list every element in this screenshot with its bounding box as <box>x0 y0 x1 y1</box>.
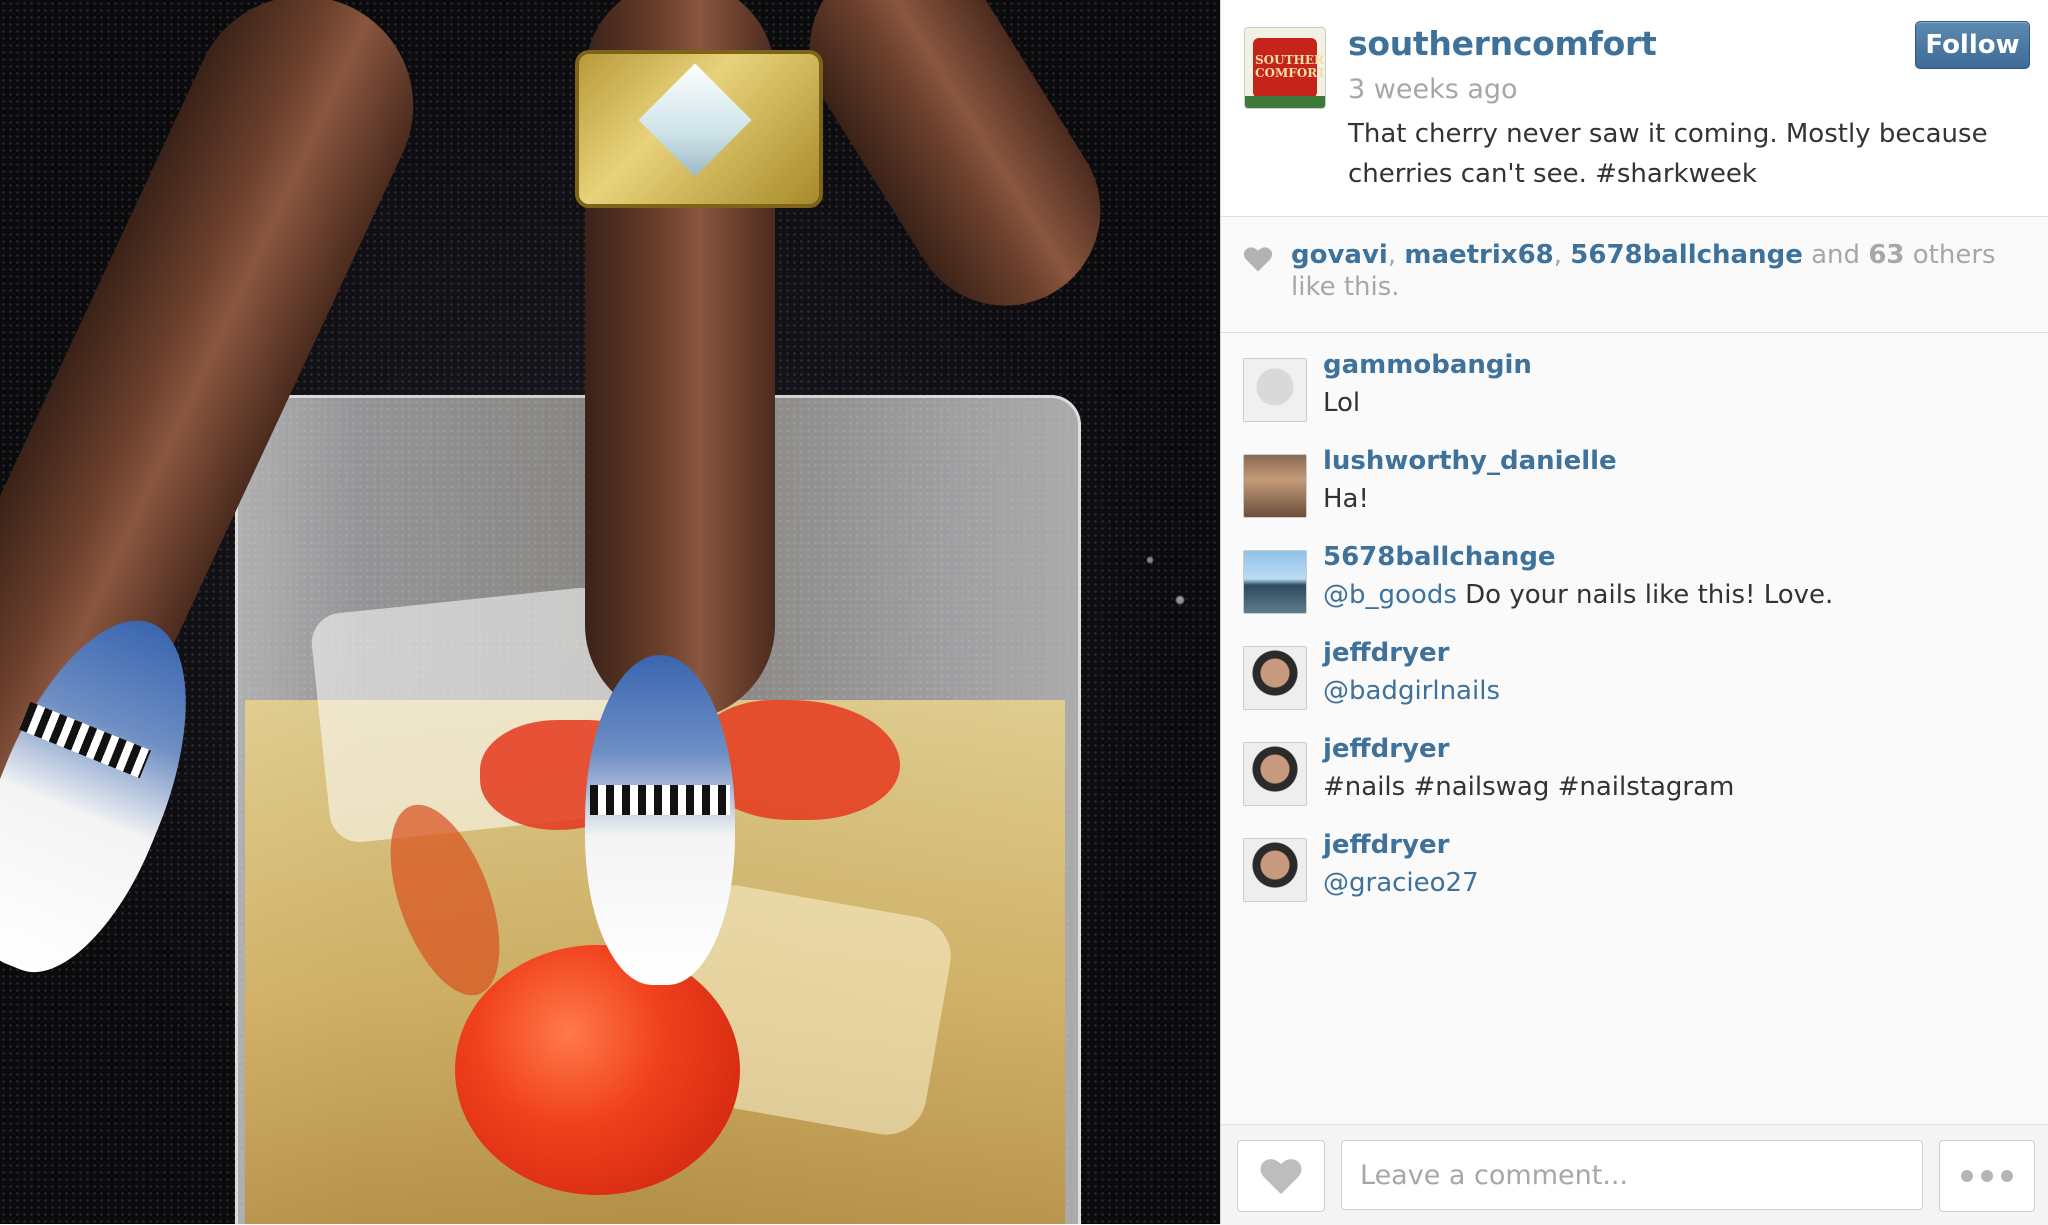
comment-text: Ha! <box>1323 484 1369 514</box>
photo-cherry <box>455 945 740 1195</box>
comment-text: #nails #nailswag #nailstagram <box>1323 772 1734 802</box>
post-caption: That cherry never saw it coming. Mostly … <box>1348 119 1988 189</box>
likes-and: and <box>1811 240 1861 270</box>
liker-username[interactable]: 5678ballchange <box>1570 240 1803 270</box>
comment-body: Do your nails like this! Love. <box>1465 580 1834 610</box>
comment-text: Lol <box>1323 388 1360 418</box>
comment-mention[interactable]: @b_goods <box>1323 580 1457 610</box>
comment-mention[interactable]: @badgirlnails <box>1323 676 1500 706</box>
user-avatar[interactable]: SOUTHERN COMFORT <box>1244 27 1326 109</box>
ellipsis-icon <box>2001 1170 2013 1182</box>
commenter-avatar[interactable] <box>1243 742 1307 806</box>
comment-item: jeffdryer #nails #nailswag #nailstagram <box>1221 734 2048 830</box>
comment-text: @badgirlnails <box>1323 676 1500 706</box>
comment-body: Lol <box>1323 388 1361 418</box>
post-username[interactable]: southerncomfort <box>1348 24 1657 63</box>
heart-icon <box>1243 247 1273 272</box>
commenter-username[interactable]: 5678ballchange <box>1323 542 1556 572</box>
comment-bar <box>1221 1124 2048 1225</box>
likes-summary: govavi, maetrix68, 5678ballchange and 63… <box>1291 240 1996 302</box>
post-header: SOUTHERN COMFORT southerncomfort 3 weeks… <box>1221 0 2048 217</box>
likes-section: govavi, maetrix68, 5678ballchange and 63… <box>1221 217 2048 333</box>
commenter-username[interactable]: jeffdryer <box>1323 734 1449 764</box>
comment-item: gammobangin Lol <box>1221 350 2048 446</box>
commenter-username[interactable]: gammobangin <box>1323 350 1532 380</box>
photo-shark-nail <box>585 655 735 985</box>
avatar-label-text: SOUTHERN COMFORT <box>1255 53 1326 80</box>
like-button[interactable] <box>1237 1140 1325 1212</box>
likes-others-count[interactable]: 63 <box>1868 240 1904 270</box>
commenter-username[interactable]: lushworthy_danielle <box>1323 446 1617 476</box>
comment-body: Ha! <box>1323 484 1369 514</box>
comment-item: jeffdryer @badgirlnails <box>1221 638 2048 734</box>
post-photo[interactable] <box>0 0 1220 1224</box>
commenter-username[interactable]: jeffdryer <box>1323 830 1449 860</box>
more-options-button[interactable] <box>1939 1140 2035 1212</box>
comment-mention[interactable]: @gracieo27 <box>1323 868 1479 898</box>
commenter-avatar[interactable] <box>1243 550 1307 614</box>
liker-username[interactable]: maetrix68 <box>1404 240 1553 270</box>
comment-item: lushworthy_danielle Ha! <box>1221 446 2048 542</box>
follow-button[interactable]: Follow <box>1915 21 2030 69</box>
ellipsis-icon <box>1961 1170 1973 1182</box>
commenter-avatar[interactable] <box>1243 454 1307 518</box>
comment-text: @gracieo27 <box>1323 868 1479 898</box>
comment-list: gammobangin Lol lushworthy_danielle Ha! … <box>1221 350 2048 926</box>
ellipsis-icon <box>1981 1170 1993 1182</box>
commenter-avatar[interactable] <box>1243 838 1307 902</box>
post-timestamp[interactable]: 3 weeks ago <box>1348 74 1518 105</box>
liker-username[interactable]: govavi <box>1291 240 1388 270</box>
commenter-avatar[interactable] <box>1243 646 1307 710</box>
comment-item: 5678ballchange @b_goods Do your nails li… <box>1221 542 2048 638</box>
comment-text: @b_goods Do your nails like this! Love. <box>1323 580 1833 610</box>
commenter-username[interactable]: jeffdryer <box>1323 638 1449 668</box>
heart-icon <box>1260 1159 1302 1195</box>
avatar-label-stripe <box>1245 96 1325 108</box>
comment-input[interactable] <box>1341 1140 1923 1210</box>
comment-body: #nails #nailswag #nailstagram <box>1323 772 1735 802</box>
post-sidebar: SOUTHERN COMFORT southerncomfort 3 weeks… <box>1220 0 2048 1225</box>
photo-shark-teeth <box>590 785 730 815</box>
commenter-avatar[interactable] <box>1243 358 1307 422</box>
comment-item: jeffdryer @gracieo27 <box>1221 830 2048 926</box>
